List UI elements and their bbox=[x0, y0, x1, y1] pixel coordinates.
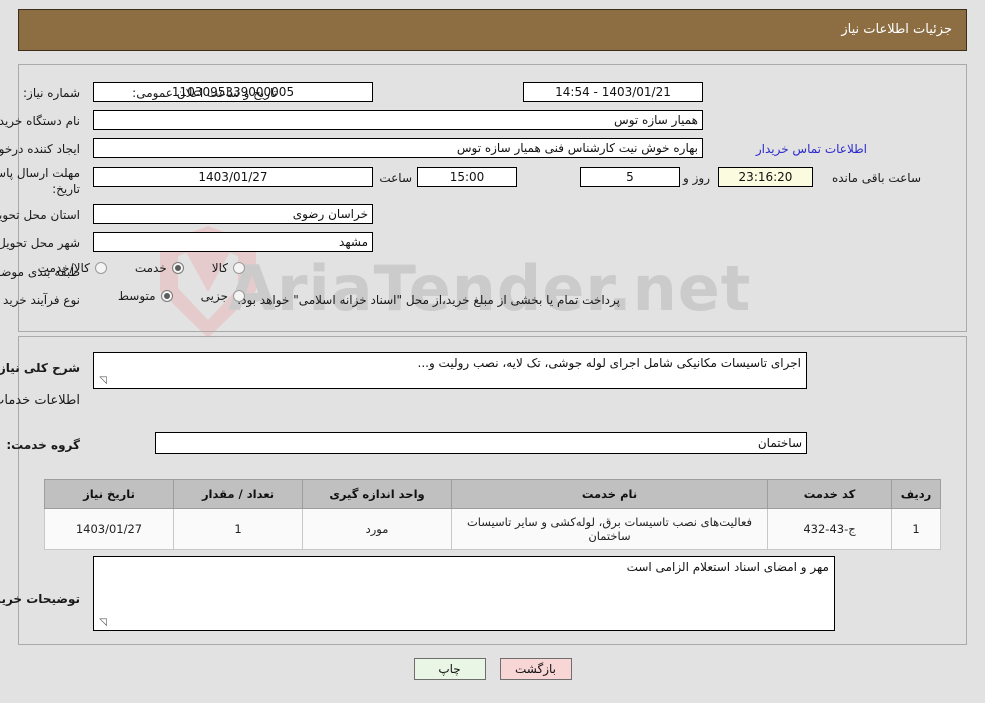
page-title: جزئیات اطلاعات نیاز bbox=[841, 22, 952, 37]
requester-field[interactable]: بهاره خوش نیت کارشناس فنی همیار سازه توس bbox=[93, 138, 703, 158]
table-col-header-1: کد خدمت bbox=[767, 479, 892, 509]
treasury-note: پرداخت تمام یا بخشی از مبلغ خرید،از محل … bbox=[237, 293, 620, 307]
category-option-label-0: کالا bbox=[211, 261, 228, 275]
purchase-type-option-1[interactable]: متوسط bbox=[118, 289, 173, 303]
service-section-heading: اطلاعات خدمات مورد نیاز bbox=[0, 393, 80, 408]
deadline-time-label: ساعت bbox=[379, 171, 412, 185]
back-button[interactable]: بازگشت bbox=[499, 658, 572, 680]
general-desc-label: شرح کلی نیاز: bbox=[0, 361, 80, 375]
countdown-field[interactable]: 23:16:20 bbox=[718, 167, 813, 187]
deadline-label-line2: تاریخ: bbox=[52, 182, 80, 196]
table-col-header-0: ردیف bbox=[891, 479, 941, 509]
category-radio-group: کالا خدمت کالا/خدمت bbox=[16, 261, 245, 275]
deadline-label-line1: مهلت ارسال پاسخ: تا bbox=[0, 166, 80, 180]
category-radio-icon-1[interactable] bbox=[171, 262, 184, 274]
table-cell-2: فعالیت‌های نصب تاسیسات برق، لوله‌کشی و س… bbox=[451, 508, 768, 550]
category-option-2[interactable]: کالا/خدمت bbox=[38, 261, 107, 275]
service-group-label: گروه خدمت: bbox=[6, 438, 80, 452]
resize-grip-icon[interactable]: ◹ bbox=[97, 376, 107, 386]
category-option-1[interactable]: خدمت bbox=[135, 261, 184, 275]
services-table: ردیف کد خدمت نام خدمت واحد اندازه گیری تعداد… bbox=[44, 479, 941, 550]
category-radio-icon-0[interactable] bbox=[233, 262, 245, 274]
table-cell-4: 1 bbox=[173, 508, 303, 550]
table-col-header-3: واحد اندازه گیری bbox=[302, 479, 452, 509]
city-label: شهر محل تحویل: bbox=[0, 236, 80, 250]
purchase-type-label: نوع فرآیند خرید : bbox=[0, 293, 80, 307]
category-option-label-1: خدمت bbox=[134, 261, 167, 275]
buyer-notes-label: توضیحات خریدار: bbox=[0, 592, 80, 606]
purchase-type-option-label-0: جزیی bbox=[200, 289, 228, 303]
purchase-type-radio-group: جزیی متوسط bbox=[96, 289, 245, 303]
announce-label: تاریخ و ساعت اعلان عمومی: bbox=[132, 86, 277, 100]
table-body: 1 ج-43-432 فعالیت‌های نصب تاسیسات برق، لول… bbox=[44, 508, 941, 550]
table-col-header-4: تعداد / مقدار bbox=[173, 479, 303, 509]
action-button-bar: بازگشت چاپ bbox=[0, 658, 985, 680]
category-radio-icon-2[interactable] bbox=[94, 262, 107, 274]
need-number-label: شماره نیاز: bbox=[23, 86, 80, 100]
purchase-type-radio-icon-1[interactable] bbox=[160, 290, 173, 302]
category-option-0[interactable]: کالا bbox=[212, 261, 245, 275]
remaining-days-label: روز و bbox=[683, 171, 710, 185]
table-cell-0: 1 bbox=[891, 508, 941, 550]
page-header-bar: جزئیات اطلاعات نیاز bbox=[18, 9, 967, 51]
countdown-label: ساعت باقی مانده bbox=[831, 171, 921, 185]
table-cell-5: 1403/01/27 bbox=[44, 508, 174, 550]
province-label: استان محل تحویل: bbox=[0, 208, 80, 222]
deadline-time-field[interactable]: 15:00 bbox=[417, 167, 517, 187]
table-col-header-2: نام خدمت bbox=[451, 479, 768, 509]
buyer-org-field[interactable]: همیار سازه توس bbox=[93, 110, 703, 130]
table-header-row: ردیف کد خدمت نام خدمت واحد اندازه گیری تعداد… bbox=[44, 479, 941, 509]
table-cell-3: مورد bbox=[302, 508, 452, 550]
buyer-contact-link[interactable]: اطلاعات تماس خریدار bbox=[756, 142, 867, 156]
deadline-date-field[interactable]: 1403/01/27 bbox=[93, 167, 373, 187]
page-root: AriaTender.net جزئیات اطلاعات نیاز شماره… bbox=[0, 0, 985, 703]
service-group-field[interactable]: ساختمان bbox=[155, 432, 807, 454]
remaining-days-field[interactable]: 5 bbox=[580, 167, 680, 187]
city-field[interactable]: مشهد bbox=[93, 232, 373, 252]
province-field[interactable]: خراسان رضوی bbox=[93, 204, 373, 224]
buyer-notes-textarea[interactable]: مهر و امضای اسناد استعلام الزامی است ◹ bbox=[93, 556, 835, 631]
table-col-header-5: تاریخ نیاز bbox=[44, 479, 174, 509]
general-desc-textarea[interactable]: اجرای تاسیسات مکانیکی شامل اجرای لوله جو… bbox=[93, 352, 807, 389]
table-cell-1: ج-43-432 bbox=[767, 508, 892, 550]
buyer-org-label: نام دستگاه خریدار: bbox=[0, 114, 80, 128]
buyer-notes-value: مهر و امضای اسناد استعلام الزامی است bbox=[626, 560, 829, 574]
table-row[interactable]: 1 ج-43-432 فعالیت‌های نصب تاسیسات برق، لول… bbox=[44, 508, 941, 550]
purchase-type-option-label-1: متوسط bbox=[117, 289, 156, 303]
general-desc-value: اجرای تاسیسات مکانیکی شامل اجرای لوله جو… bbox=[417, 356, 802, 370]
print-button[interactable]: چاپ bbox=[413, 658, 486, 680]
resize-grip-icon-2[interactable]: ◹ bbox=[97, 618, 107, 628]
announce-datetime-field[interactable]: 1403/01/21 - 14:54 bbox=[523, 82, 703, 102]
requester-label: ایجاد کننده درخواست: bbox=[0, 142, 80, 156]
category-option-label-2: کالا/خدمت bbox=[37, 261, 90, 275]
